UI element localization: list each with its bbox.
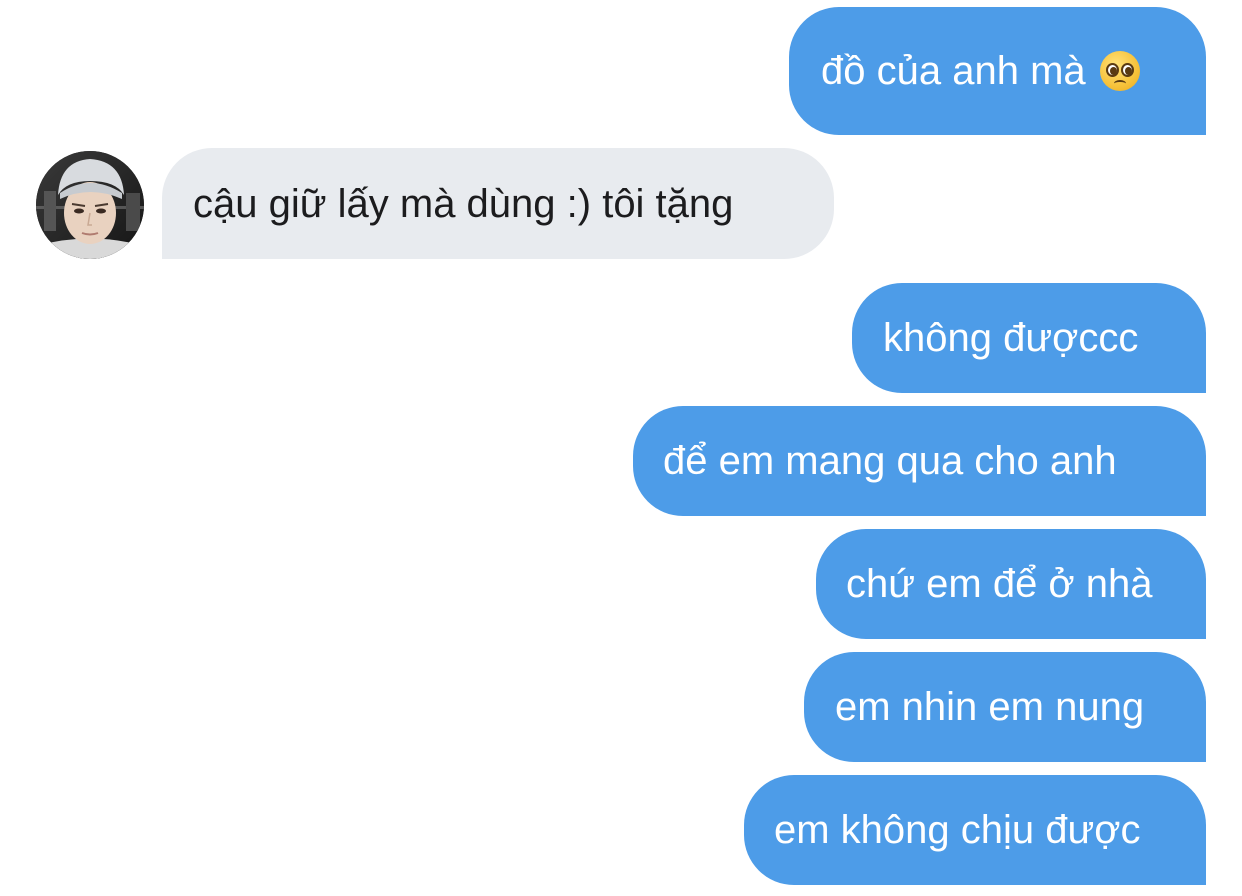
- avatar[interactable]: [36, 151, 144, 259]
- message-text: để em mang qua cho anh: [663, 439, 1117, 483]
- message-text: đồ của anh mà: [821, 49, 1086, 93]
- message-bubble-received[interactable]: cậu giữ lấy mà dùng :) tôi tặng: [162, 148, 834, 259]
- message-bubble-sent[interactable]: không đượccc: [852, 283, 1206, 393]
- message-bubble-sent[interactable]: để em mang qua cho anh: [633, 406, 1206, 516]
- message-text: cậu giữ lấy mà dùng :) tôi tặng: [193, 181, 734, 226]
- message-bubble-sent[interactable]: em không chịu được: [744, 775, 1206, 885]
- profile-photo-icon: [36, 151, 144, 259]
- message-text: em nhin em nung: [835, 685, 1145, 729]
- message-text: em không chịu được: [774, 808, 1141, 852]
- message-text: chứ em để ở nhà: [846, 562, 1153, 606]
- message-bubble-sent[interactable]: chứ em để ở nhà: [816, 529, 1206, 639]
- message-bubble-sent[interactable]: đồ của anh mà: [789, 7, 1206, 135]
- message-text: không đượccc: [883, 316, 1139, 360]
- message-bubble-sent[interactable]: em nhin em nung: [804, 652, 1206, 762]
- pleading-face-icon: [1099, 51, 1140, 91]
- chat-thread: đồ của anh mà cậu giữ lấy mà dùng:) tôi…: [0, 0, 1242, 896]
